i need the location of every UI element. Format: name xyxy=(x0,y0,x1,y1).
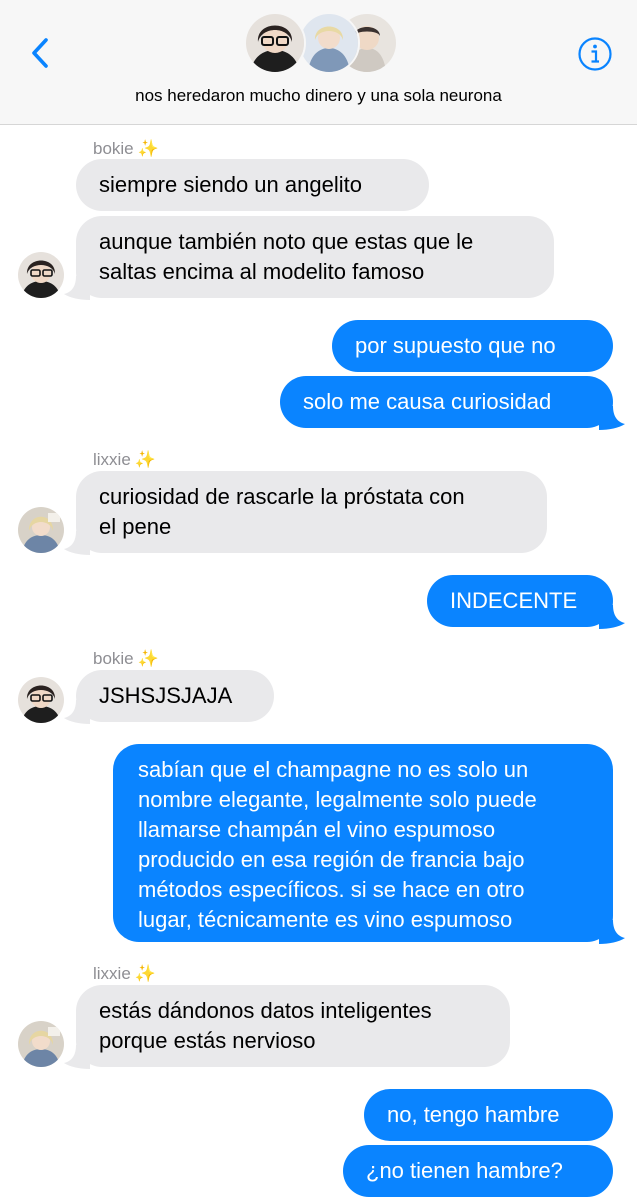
bubble-tail xyxy=(599,920,625,944)
message-text: JSHSJSJAJA xyxy=(99,683,233,708)
sender-name-text: bokie xyxy=(93,649,134,668)
sender-name-text: bokie xyxy=(93,139,134,158)
message-text-line: nombre elegante, legalmente solo puede xyxy=(138,787,537,812)
sender-name: lixxie ✨ xyxy=(93,964,156,984)
message-bubble-incoming[interactable]: aunque también noto que estas que le sal… xyxy=(76,216,554,298)
message-text-line: curiosidad de rascarle la próstata con xyxy=(99,484,465,509)
message-bubble-incoming[interactable]: JSHSJSJAJA xyxy=(76,670,274,722)
avatar[interactable] xyxy=(18,252,64,298)
message-text: por supuesto que no xyxy=(355,333,556,358)
message-bubble-outgoing[interactable]: solo me causa curiosidad xyxy=(280,376,613,428)
sparkle-icon: ✨ xyxy=(137,139,159,158)
message-text-line: producido en esa región de francia bajo xyxy=(138,847,525,872)
message-text: ¿no tienen hambre? xyxy=(366,1158,563,1183)
avatar[interactable] xyxy=(18,1021,64,1067)
sparkle-icon: ✨ xyxy=(134,450,156,469)
message-text: INDECENTE xyxy=(450,588,578,613)
group-name[interactable]: nos heredaron mucho dinero y una sola ne… xyxy=(0,86,637,106)
message-bubble-outgoing[interactable]: ¿no tienen hambre? xyxy=(343,1145,613,1197)
message-text-line: aunque también noto que estas que le xyxy=(99,229,474,254)
message-text-line: lugar, técnicamente es vino espumoso xyxy=(138,907,513,932)
sparkle-icon: ✨ xyxy=(137,649,159,668)
message-bubble-outgoing[interactable]: INDECENTE xyxy=(427,575,613,627)
avatar xyxy=(244,12,306,74)
message-text: siempre siendo un angelito xyxy=(99,172,362,197)
message-text-line: llamarse champán el vino espumoso xyxy=(138,817,496,842)
group-avatars[interactable] xyxy=(244,12,398,74)
message-bubble-incoming[interactable]: estás dándonos datos inteligentes porque… xyxy=(76,985,510,1067)
sender-name-text: lixxie xyxy=(93,450,131,469)
message-text-line: el pene xyxy=(99,514,172,539)
message-text: no, tengo hambre xyxy=(387,1102,560,1127)
bubble-tail xyxy=(64,276,90,300)
sender-name: bokie ✨ xyxy=(93,649,159,669)
message-text-line: sabían que el champagne no es solo un xyxy=(138,757,529,782)
bubble-tail xyxy=(64,531,90,555)
bubble-tail xyxy=(599,406,625,430)
avatar[interactable] xyxy=(18,507,64,553)
avatar[interactable] xyxy=(18,677,64,723)
sender-name: bokie ✨ xyxy=(93,139,159,159)
message-text-line: métodos específicos. si se hace en otro xyxy=(138,877,525,902)
sparkle-icon: ✨ xyxy=(134,964,156,983)
message-text-line: porque estás nervioso xyxy=(99,1028,316,1053)
avatar xyxy=(298,12,360,74)
message-bubble-outgoing[interactable]: no, tengo hambre xyxy=(364,1089,613,1141)
message-text: solo me causa curiosidad xyxy=(303,389,552,414)
bubble-tail xyxy=(64,1045,90,1069)
message-bubble-outgoing[interactable]: por supuesto que no xyxy=(332,320,613,372)
sender-name: lixxie ✨ xyxy=(93,450,156,470)
message-text-line: saltas encima al modelito famoso xyxy=(99,259,425,284)
message-bubble-incoming[interactable]: siempre siendo un angelito xyxy=(76,159,429,211)
chevron-left-icon[interactable] xyxy=(26,36,56,70)
message-bubble-outgoing[interactable]: sabían que el champagne no es solo un no… xyxy=(113,744,613,942)
message-bubble-incoming[interactable]: curiosidad de rascarle la próstata con e… xyxy=(76,471,547,553)
message-list: bokie ✨ siempre siendo un angelito aunque… xyxy=(0,125,637,1199)
chat-header: nos heredaron mucho dinero y una sola ne… xyxy=(0,0,637,125)
info-icon[interactable] xyxy=(577,36,613,72)
bubble-tail xyxy=(64,700,90,724)
bubble-tail xyxy=(599,605,625,629)
sender-name-text: lixxie xyxy=(93,964,131,983)
message-text-line: estás dándonos datos inteligentes xyxy=(99,998,432,1023)
